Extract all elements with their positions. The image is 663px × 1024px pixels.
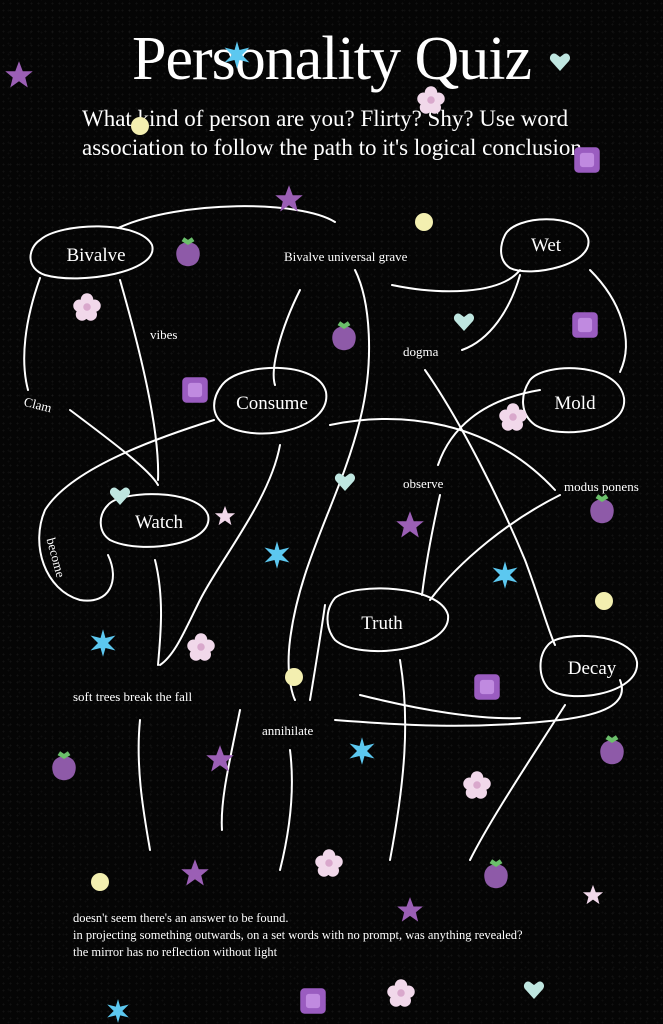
node-truth: Truth: [361, 613, 403, 634]
node-mold: Mold: [554, 393, 596, 414]
star-icon: [181, 859, 209, 886]
node-watch: Watch: [134, 512, 184, 533]
strawberry-icon: [332, 321, 356, 351]
sparkle-icon: [264, 541, 290, 569]
flower-icon: [387, 979, 415, 1007]
sparkle-icon: [492, 561, 518, 589]
label-dogma: dogma: [403, 344, 439, 359]
strawberry-icon: [176, 237, 200, 267]
gem-icon: [300, 988, 326, 1014]
subtitle-line-2: association to follow the path to it's l…: [82, 135, 582, 160]
strawberry-icon: [484, 859, 508, 889]
node-consume: Consume: [236, 393, 308, 414]
star-icon: [5, 61, 33, 88]
dot-icon: [131, 117, 149, 135]
strawberry-icon: [52, 751, 76, 781]
ending-line-3: the mirror has no reflection without lig…: [73, 945, 278, 959]
sparkle-icon: [224, 41, 250, 69]
heart-gem-icon: [549, 53, 571, 71]
dot-icon: [285, 668, 303, 686]
star-icon: [397, 897, 423, 922]
page-subtitle: What kind of person are you? Flirty? Shy…: [82, 104, 622, 162]
star-icon: [396, 511, 424, 538]
heart-gem-icon: [523, 981, 545, 999]
flower-icon: [417, 86, 445, 114]
quiz-poster: Personality Quiz What kind of person are…: [0, 0, 663, 1024]
gem-icon: [574, 147, 600, 173]
star-icon: [214, 505, 236, 526]
node-bivalve: Bivalve: [66, 245, 126, 266]
strawberry-icon: [590, 494, 614, 524]
dot-icon: [91, 873, 109, 891]
gem-icon: [182, 377, 208, 403]
heart-gem-icon: [453, 313, 475, 331]
node-decay: Decay: [567, 658, 617, 679]
label-bivalve-universal-grave: Bivalve universal grave: [284, 249, 408, 264]
sparkle-icon: [90, 629, 116, 657]
node-wet: Wet: [530, 235, 562, 256]
subtitle-line-1: What kind of person are you? Flirty? Shy…: [82, 106, 569, 131]
heart-gem-icon: [109, 487, 131, 505]
flower-icon: [187, 633, 215, 661]
label-vibes: vibes: [150, 327, 178, 342]
gem-icon: [572, 312, 598, 338]
flower-icon: [463, 771, 491, 799]
flower-icon: [499, 403, 527, 431]
star-icon: [275, 185, 303, 212]
sparkle-icon: [107, 999, 129, 1023]
heart-gem-icon: [334, 473, 356, 491]
label-observe: observe: [403, 476, 444, 491]
sparkle-icon: [349, 737, 375, 765]
ending-line-1: doesn't seem there's an answer to be fou…: [73, 911, 289, 925]
ending-text: doesn't seem there's an answer to be fou…: [73, 910, 523, 961]
star-icon: [582, 884, 604, 905]
star-icon: [206, 745, 234, 772]
ending-line-2: in projecting something outwards, on a s…: [73, 928, 523, 942]
flower-icon: [315, 849, 343, 877]
label-annihilate: annihilate: [262, 723, 314, 738]
strawberry-icon: [600, 735, 624, 765]
label-soft-trees: soft trees break the fall: [73, 689, 193, 704]
gem-icon: [474, 674, 500, 700]
dot-icon: [595, 592, 613, 610]
dot-icon: [415, 213, 433, 231]
flower-icon: [73, 293, 101, 321]
